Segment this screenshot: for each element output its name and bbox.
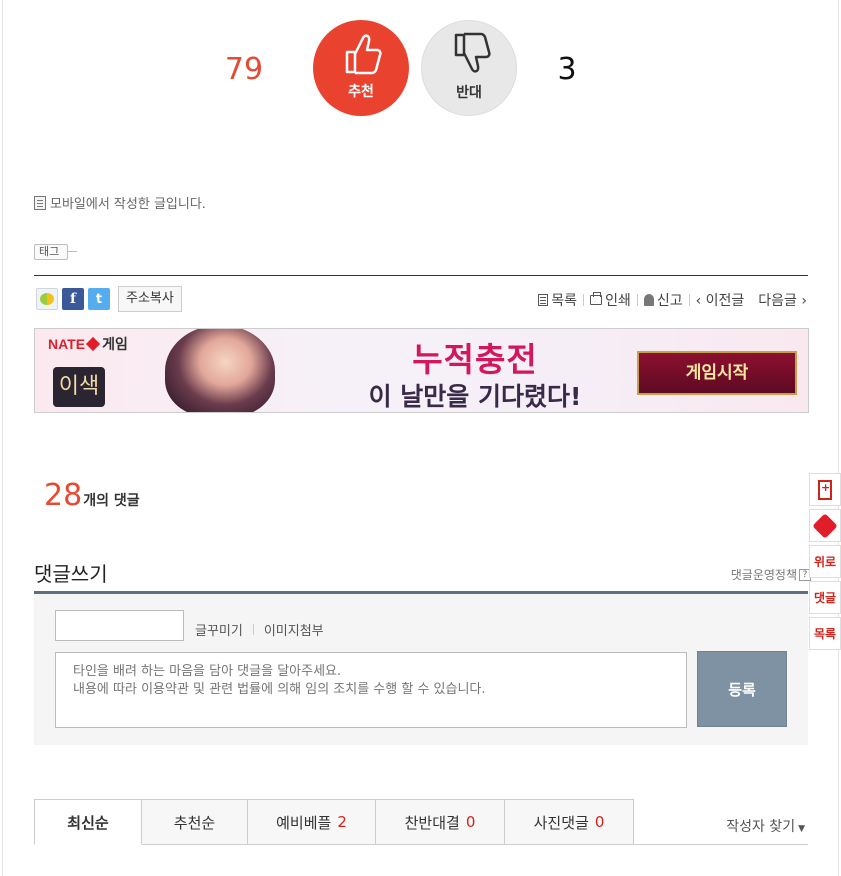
comment-count-number: 28 <box>44 478 83 513</box>
list-icon <box>538 294 549 306</box>
downvote-button[interactable]: 반대 <box>421 20 517 116</box>
float-list-button[interactable]: 목록 <box>809 617 841 650</box>
comment-sort-tabs: 최신순 추천순 예비베플 2 찬반대결 0 사진댓글 0 <box>34 799 634 845</box>
comment-options: 글꾸미기 이미지첨부 <box>195 620 324 639</box>
game-start-button[interactable]: 게임시작 <box>637 351 797 395</box>
tab-label: 최신순 <box>67 813 109 832</box>
downvote-label: 반대 <box>456 85 482 101</box>
gem-icon <box>812 512 838 539</box>
decorate-link[interactable]: 글꾸미기 <box>195 620 243 639</box>
banner-character-image <box>165 329 275 412</box>
print-label: 인쇄 <box>605 293 631 309</box>
caret-down-icon: ▼ <box>798 824 805 834</box>
mobile-note: 모바일에서 작성한 글입니다. <box>34 193 206 212</box>
tab-best-candidates[interactable]: 예비베플 2 <box>248 799 376 845</box>
twitter-icon: t <box>95 291 103 307</box>
tab-count: 2 <box>337 813 347 831</box>
options-separator <box>252 624 254 635</box>
tab-label: 찬반대결 <box>404 813 460 832</box>
game-logo: 이색 <box>53 367 105 407</box>
list-link[interactable]: 목록 <box>538 290 577 310</box>
tab-count: 0 <box>594 813 605 831</box>
report-link[interactable]: 신고 <box>643 290 683 310</box>
comment-count-suffix: 개의 댓글 <box>83 493 140 509</box>
nav-separator <box>636 294 638 306</box>
upvote-label: 추천 <box>348 84 374 100</box>
banner-subheadline: 이 날만을 기다렸다! <box>368 382 582 411</box>
floating-side-bar: 위로 댓글 목록 <box>809 473 841 653</box>
comment-count: 28 개의 댓글 <box>44 478 140 513</box>
nav-separator <box>583 294 585 306</box>
report-label: 신고 <box>656 293 683 309</box>
next-post-link[interactable]: 다음글 › <box>758 290 807 310</box>
bookmark-button[interactable] <box>809 473 841 506</box>
list-label: 목록 <box>551 293 578 309</box>
nate-icon <box>40 293 54 305</box>
tab-latest[interactable]: 최신순 <box>34 799 142 845</box>
comment-textarea[interactable] <box>55 652 687 728</box>
banner-brand: NATE 게임 <box>48 334 128 354</box>
share-row: f t 주소복사 <box>36 286 182 312</box>
comment-write-box: 글꾸미기 이미지첨부 등록 <box>34 591 808 745</box>
document-icon <box>34 195 46 210</box>
banner-headline: 누적충전 <box>412 340 538 379</box>
nav-separator <box>688 294 690 306</box>
thumbs-up-icon <box>345 34 382 75</box>
nickname-input[interactable] <box>55 610 184 641</box>
section-divider <box>34 275 808 276</box>
tab-pro-con[interactable]: 찬반대결 0 <box>376 799 505 845</box>
report-icon <box>643 294 654 306</box>
nate-share-button[interactable] <box>36 288 58 310</box>
image-attach-link[interactable]: 이미지첨부 <box>264 620 324 639</box>
tab-photo-comments[interactable]: 사진댓글 0 <box>505 799 634 845</box>
game-ad-banner[interactable]: NATE 게임 이색 누적충전 이 날만을 기다렸다! 게임시작 <box>34 328 809 413</box>
banner-brand-suffix: 게임 <box>102 336 128 352</box>
twitter-share-button[interactable]: t <box>88 288 110 310</box>
tab-label: 사진댓글 <box>533 813 589 832</box>
nate-logo-text: NATE <box>48 336 86 352</box>
bookmark-icon <box>818 479 832 500</box>
tabs-baseline <box>633 844 808 845</box>
facebook-share-button[interactable]: f <box>62 288 84 310</box>
tab-label: 추천순 <box>173 813 216 832</box>
nate-diamond-icon <box>86 336 101 352</box>
upvote-button[interactable]: 추천 <box>313 20 409 116</box>
facebook-icon: f <box>69 291 77 307</box>
jump-comments-button[interactable]: 댓글 <box>809 581 841 614</box>
tag-label: 태그 <box>34 244 78 260</box>
author-find-dropdown[interactable]: 작성자 찾기 ▼ <box>726 816 805 836</box>
tab-label: 예비베플 <box>276 813 332 832</box>
copy-address-button[interactable]: 주소복사 <box>118 286 182 312</box>
post-nav: 목록 인쇄 신고 ‹ 이전글 다음글 › <box>538 290 807 310</box>
scroll-top-button[interactable]: 위로 <box>809 545 841 578</box>
comment-write-title: 댓글쓰기 <box>34 562 108 586</box>
submit-comment-button[interactable]: 등록 <box>697 651 787 727</box>
comment-policy-link[interactable]: 댓글운영정책 ? <box>731 566 811 583</box>
upvote-count: 79 <box>224 52 264 87</box>
author-find-label: 작성자 찾기 <box>726 819 796 835</box>
tab-recommended[interactable]: 추천순 <box>142 799 248 845</box>
print-icon <box>590 292 603 305</box>
nate-gem-button[interactable] <box>809 509 841 542</box>
thumbs-down-icon <box>454 32 491 73</box>
tab-count: 0 <box>465 813 476 831</box>
comment-policy-label: 댓글운영정책 <box>730 568 797 582</box>
print-link[interactable]: 인쇄 <box>590 290 631 310</box>
downvote-count: 3 <box>557 52 577 87</box>
left-border <box>2 0 3 876</box>
mobile-note-text: 모바일에서 작성한 글입니다. <box>50 197 206 212</box>
prev-post-link[interactable]: ‹ 이전글 <box>696 290 745 310</box>
right-border <box>838 0 839 876</box>
